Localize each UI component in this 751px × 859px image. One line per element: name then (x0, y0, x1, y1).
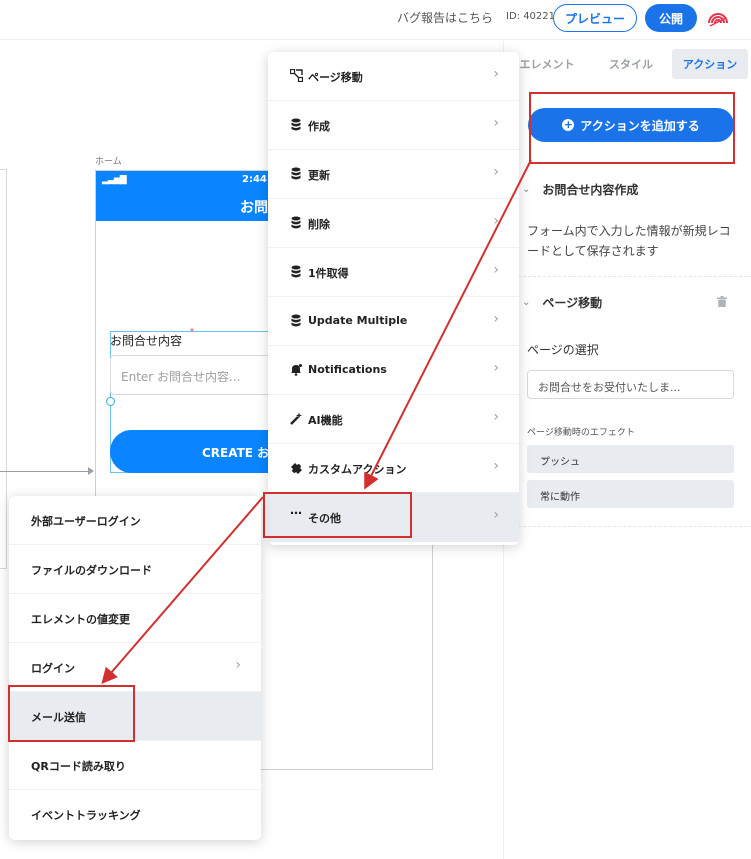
timing-select[interactable]: 常に動作 ⌄ (527, 480, 734, 508)
phone-title: お問 (240, 200, 268, 216)
submenu-item-file-download[interactable]: ファイルのダウンロード (9, 545, 261, 594)
resize-handle[interactable] (106, 397, 115, 406)
menu-item-notifications[interactable]: Notifications › (268, 346, 519, 395)
submenu-item-external-login[interactable]: 外部ユーザーログイン (9, 496, 261, 545)
menu-item-label: 更新 (308, 169, 330, 182)
tab-style[interactable]: スタイル (596, 49, 666, 79)
database-icon (291, 314, 301, 327)
chevron-right-icon: › (493, 66, 499, 82)
effect-label: ページ移動時のエフェクト (527, 428, 635, 438)
database-icon (291, 216, 301, 229)
chevron-down-icon: ⌄ (540, 487, 549, 498)
submenu-item-label: QRコード読み取り (31, 760, 126, 773)
submenu-item-label: ファイルのダウンロード (31, 564, 152, 577)
menu-item-label: 削除 (308, 218, 330, 231)
menu-item-create[interactable]: 作成 › (268, 101, 519, 150)
highlight-box-other (263, 492, 412, 538)
chevron-right-icon: › (235, 657, 241, 673)
menu-item-update-multiple[interactable]: Update Multiple › (268, 297, 519, 346)
bug-report-link[interactable]: バグ報告はこちら (397, 9, 493, 26)
other-submenu: 外部ユーザーログイン ファイルのダウンロード エレメントの値変更 ログイン › … (9, 496, 261, 840)
signal-icon: ▂▃▅▇ (102, 175, 127, 185)
menu-item-label: Notifications (308, 363, 387, 376)
brand-logo-icon (708, 13, 728, 27)
submenu-item-change-value[interactable]: エレメントの値変更 (9, 594, 261, 643)
section-divider (518, 276, 751, 277)
tab-element[interactable]: エレメント (512, 49, 582, 79)
menu-item-page-navigation[interactable]: ページ移動 › (268, 52, 519, 101)
screen-label: ホーム (95, 157, 122, 167)
chevron-right-icon: › (493, 262, 499, 278)
menu-item-label: 1件取得 (308, 267, 349, 280)
highlight-box-send-email (8, 685, 135, 742)
form-field-label: お問合せ内容 (110, 334, 183, 348)
chevron-right-icon: › (493, 409, 499, 425)
top-header: バグ報告はこちら ID: 40221 プレビュー 公開 (0, 0, 751, 40)
menu-item-update[interactable]: 更新 › (268, 150, 519, 199)
chevron-right-icon: › (493, 115, 499, 131)
menu-item-label: AI機能 (308, 414, 343, 427)
highlight-box-add-action (529, 92, 735, 164)
phone-time: 2:44 (242, 174, 267, 185)
menu-item-label: ページ移動 (308, 71, 363, 84)
puzzle-icon (291, 463, 302, 474)
menu-item-label: 作成 (308, 120, 330, 133)
app-id: ID: 40221 (506, 11, 556, 22)
action-section-create[interactable]: ⌄ お問合せ内容作成 (522, 181, 638, 198)
adjacent-screen-frame[interactable] (0, 169, 7, 569)
submenu-item-label: エレメントの値変更 (31, 613, 130, 626)
trash-icon[interactable] (717, 296, 727, 307)
page-select-label: ページの選択 (527, 343, 599, 357)
required-mark: * (190, 327, 194, 336)
action-section-title: ページ移動 (542, 296, 603, 310)
inquiry-input-placeholder: Enter お問合せ内容... (121, 370, 241, 384)
menu-item-get-one[interactable]: 1件取得 › (268, 248, 519, 297)
menu-item-ai[interactable]: AI機能 › (268, 395, 519, 444)
database-icon (291, 167, 301, 180)
menu-item-delete[interactable]: 削除 › (268, 199, 519, 248)
chevron-down-icon[interactable]: ⌄ (522, 184, 530, 195)
menu-item-label: Update Multiple (308, 314, 408, 327)
tab-action[interactable]: アクション (672, 49, 748, 79)
chevron-right-icon: › (493, 164, 499, 180)
chevron-right-icon: › (493, 213, 499, 229)
chevron-down-icon: ⌄ (540, 452, 549, 463)
database-icon (291, 118, 301, 131)
action-description: フォーム内で入力した情報が新規レコードとして保存されます (527, 224, 731, 258)
action-type-menu: ページ移動 › 作成 › 更新 › 削除 › 1件取得 › Update Mul… (268, 52, 519, 545)
page-link-icon (290, 69, 303, 82)
preview-button[interactable]: プレビュー (553, 4, 637, 32)
submenu-item-qr-scan[interactable]: QRコード読み取り (9, 741, 261, 790)
chevron-right-icon: › (493, 458, 499, 474)
database-icon (291, 265, 301, 278)
effect-select[interactable]: プッシュ ⌄ (527, 445, 734, 473)
menu-item-label: カスタムアクション (308, 463, 407, 476)
chevron-right-icon: › (493, 507, 499, 523)
action-section-title: お問合せ内容作成 (542, 183, 639, 197)
submenu-item-event-tracking[interactable]: イベントトラッキング (9, 790, 261, 839)
chevron-right-icon: › (493, 360, 499, 376)
section-divider (518, 526, 751, 527)
chevron-down-icon: ⌄ (538, 378, 547, 389)
action-section-navigate[interactable]: ⌄ ページ移動 (522, 294, 602, 311)
screen-connector-line (0, 471, 92, 472)
publish-button[interactable]: 公開 (645, 4, 697, 32)
bell-icon (291, 364, 302, 376)
properties-panel: エレメント スタイル アクション + アクションを追加する ⌄ お問合せ内容作成… (503, 41, 751, 859)
page-select[interactable]: お問合せをお受付いたしま... ⌄ (527, 370, 734, 399)
submenu-item-label: イベントトラッキング (31, 809, 141, 822)
chevron-down-icon[interactable]: ⌄ (522, 297, 530, 308)
menu-item-custom-action[interactable]: カスタムアクション › (268, 444, 519, 493)
submenu-item-label: 外部ユーザーログイン (31, 515, 141, 528)
chevron-right-icon: › (493, 311, 499, 327)
connector-arrow-icon (88, 467, 94, 475)
magic-wand-icon (290, 412, 302, 425)
submenu-item-label: ログイン (31, 662, 75, 675)
